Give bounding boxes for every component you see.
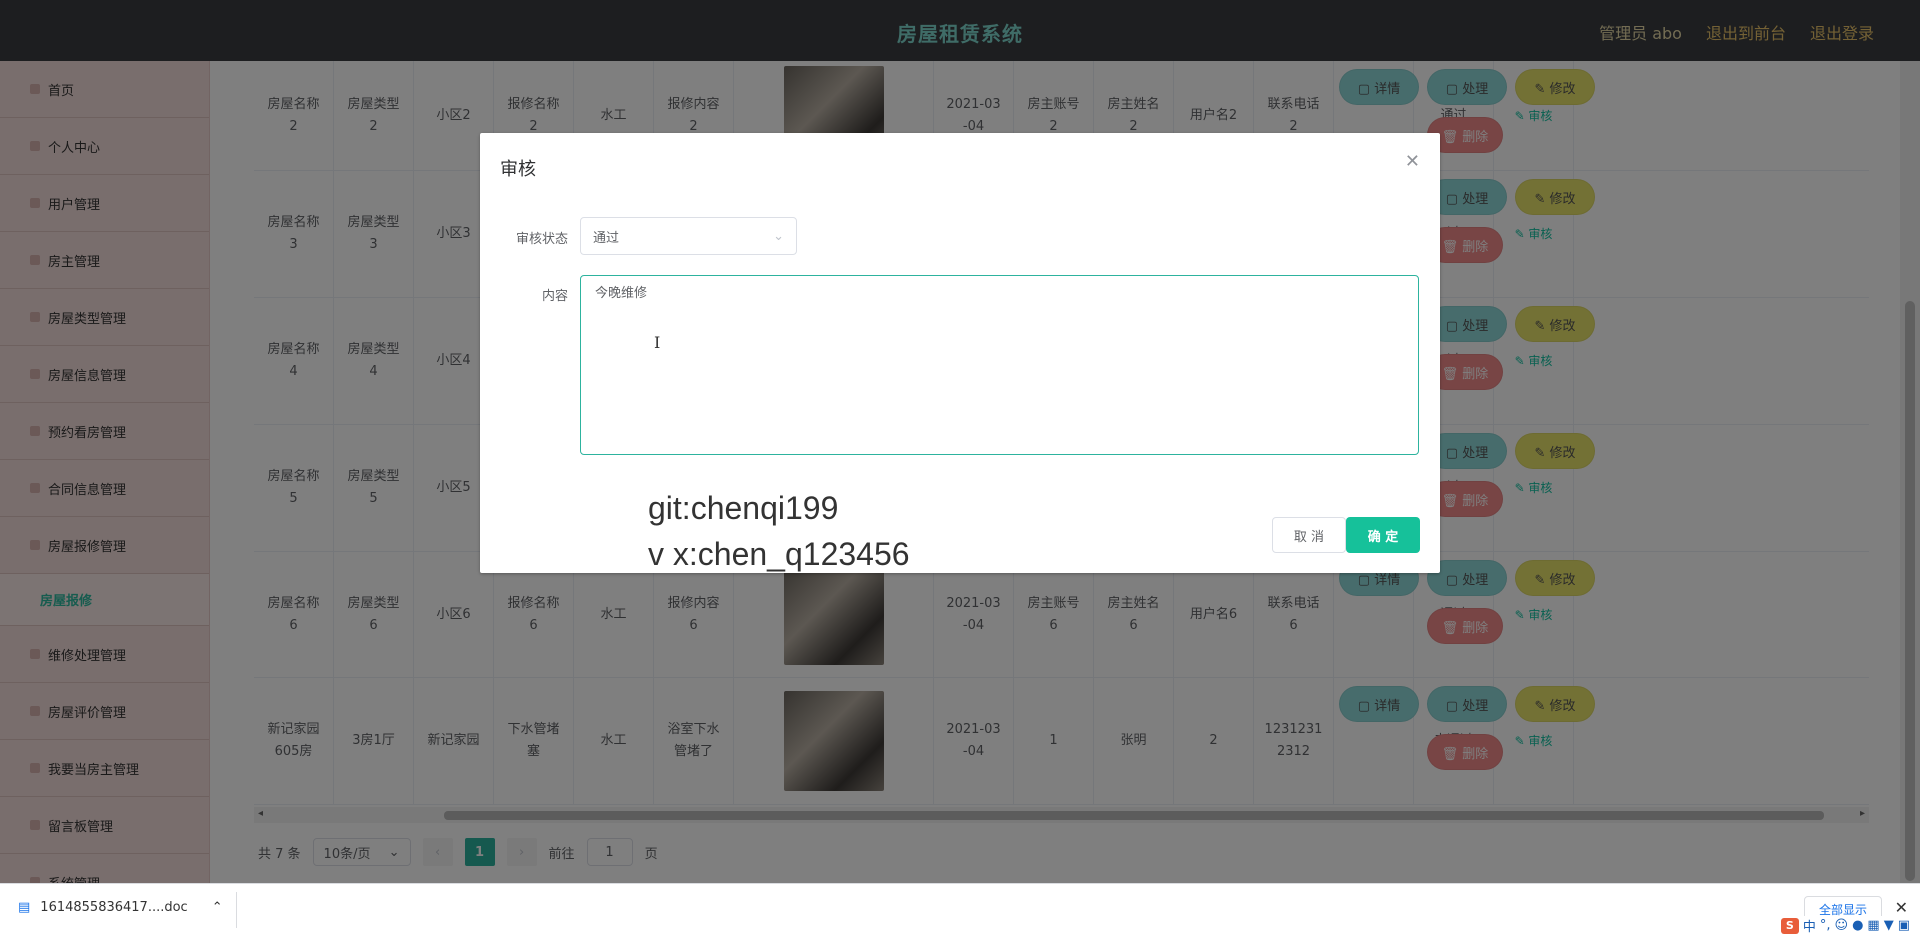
emoji-icon[interactable]: ☺ — [1835, 918, 1849, 933]
text-cursor-icon: I — [654, 333, 661, 352]
status-select[interactable]: 通过 ⌄ — [580, 217, 797, 255]
confirm-button[interactable]: 确 定 — [1346, 517, 1420, 553]
cancel-button[interactable]: 取 消 — [1272, 517, 1346, 553]
punctuation-icon[interactable]: °, — [1820, 918, 1831, 933]
ime-toolbar: S 中 °, ☺ ● ▦ ▼ ▣ — [1776, 916, 1914, 934]
ime-logo-icon: S — [1780, 917, 1799, 934]
divider — [236, 892, 237, 928]
watermark-line: v x:chen_q123456 — [648, 536, 910, 572]
microphone-icon[interactable]: ● — [1852, 918, 1863, 933]
watermark: git:chenqi199 v x:chen_q123456 — [648, 485, 910, 577]
watermark-line: git:chenqi199 — [648, 490, 839, 526]
keyboard-icon[interactable]: ▦ — [1867, 918, 1879, 933]
download-item[interactable]: ▤ 1614855836417....doc ⌃ — [18, 900, 223, 915]
download-filename: 1614855836417....doc — [40, 900, 188, 915]
skin-icon[interactable]: ▼ — [1884, 918, 1894, 933]
content-textarea[interactable]: 今晚维修 — [580, 275, 1419, 455]
audit-dialog: 审核 ✕ 审核状态 通过 ⌄ 内容 今晚维修 I git:chenqi199 v… — [480, 133, 1440, 573]
toolbox-icon[interactable]: ▣ — [1898, 918, 1910, 933]
close-icon[interactable]: ✕ — [1405, 151, 1420, 172]
ime-mode[interactable]: 中 — [1803, 916, 1816, 934]
dialog-title: 审核 — [500, 159, 536, 180]
chevron-up-icon[interactable]: ⌃ — [212, 900, 223, 915]
content-label: 内容 — [541, 289, 568, 304]
status-select-value: 通过 — [593, 230, 620, 246]
chevron-down-icon: ⌄ — [773, 228, 784, 244]
close-icon[interactable]: ✕ — [1895, 898, 1908, 917]
status-label: 审核状态 — [515, 232, 568, 247]
download-bar: ▤ 1614855836417....doc ⌃ 全部显示 ✕ S 中 °, ☺… — [0, 883, 1920, 934]
document-icon: ▤ — [18, 900, 31, 915]
